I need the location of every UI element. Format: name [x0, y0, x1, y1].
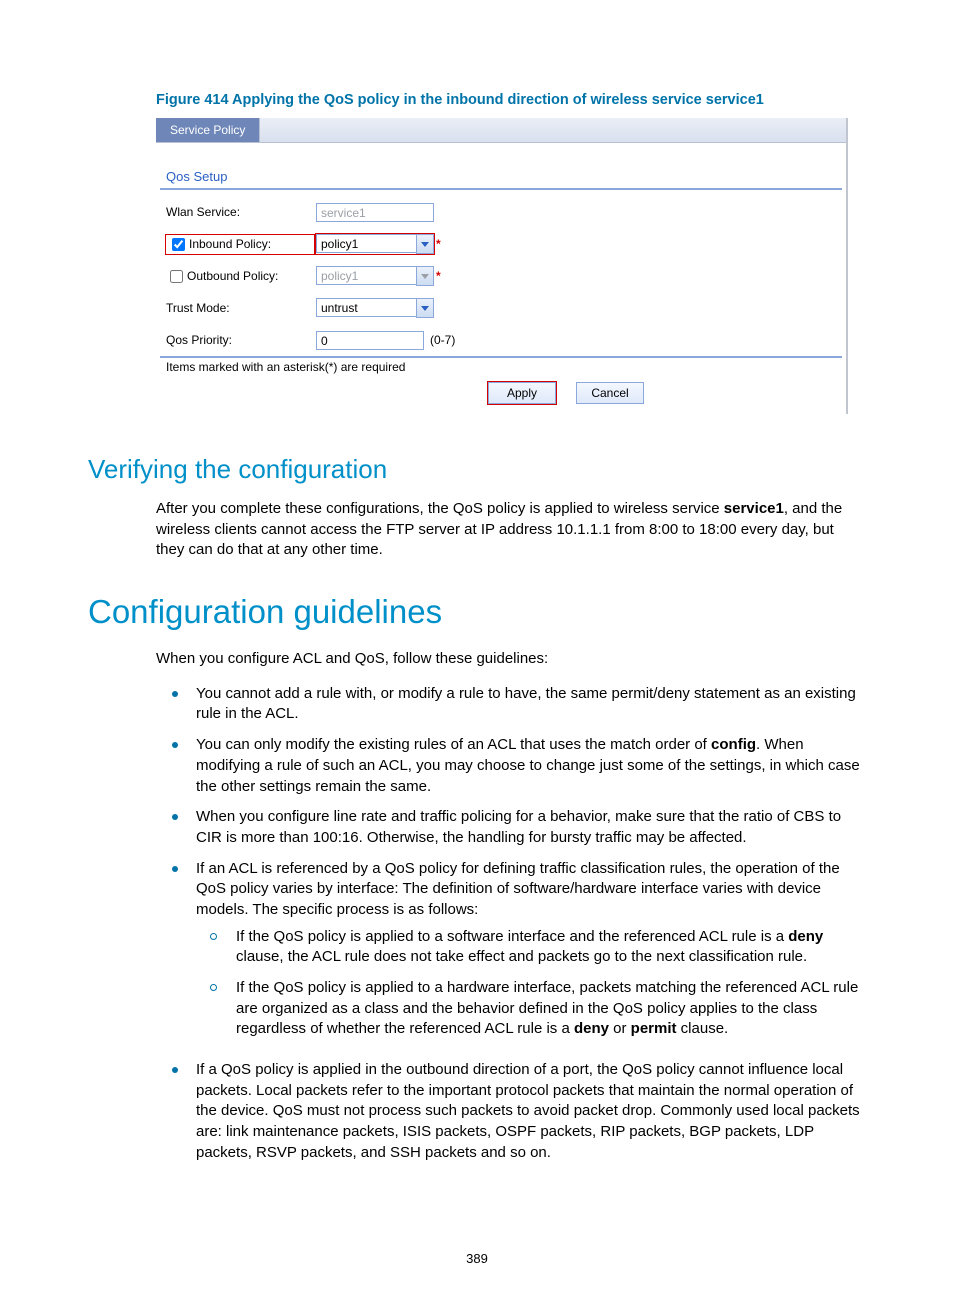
required-asterisk: *	[436, 269, 441, 283]
list-item: If an ACL is referenced by a QoS policy …	[156, 859, 860, 1061]
trust-mode-value: untrust	[316, 298, 416, 317]
list-item: If the QoS policy is applied to a softwa…	[196, 927, 860, 978]
qos-priority-label: Qos Priority:	[166, 333, 316, 347]
heading-guidelines: Configuration guidelines	[88, 593, 866, 631]
list-item: You cannot add a rule with, or modify a …	[156, 684, 860, 735]
guidelines-list: You cannot add a rule with, or modify a …	[156, 684, 860, 1174]
heading-verifying: Verifying the configuration	[88, 454, 866, 485]
tab-bar: Service Policy	[156, 118, 846, 143]
guidelines-intro: When you configure ACL and QoS, follow t…	[156, 649, 860, 670]
list-item: When you configure line rate and traffic…	[156, 807, 860, 858]
required-asterisk: *	[436, 237, 441, 251]
inbound-policy-value: policy1	[316, 234, 416, 253]
list-item: You can only modify the existing rules o…	[156, 735, 860, 807]
list-item: If a QoS policy is applied in the outbou…	[156, 1060, 860, 1173]
chevron-down-icon	[416, 298, 434, 318]
chevron-down-icon	[416, 266, 434, 286]
trust-mode-select[interactable]: untrust	[316, 298, 434, 318]
inbound-policy-select[interactable]: policy1	[316, 234, 434, 254]
outbound-policy-checkbox[interactable]	[170, 270, 183, 283]
wlan-service-field: service1	[316, 203, 434, 222]
apply-button[interactable]: Apply	[488, 382, 556, 404]
figure-caption: Figure 414 Applying the QoS policy in th…	[88, 92, 866, 108]
inbound-policy-label: Inbound Policy:	[189, 237, 271, 251]
page-number: 389	[0, 1251, 954, 1266]
wlan-service-label: Wlan Service:	[166, 205, 316, 219]
trust-mode-label: Trust Mode:	[166, 301, 316, 315]
qos-screenshot: Service Policy Qos Setup Wlan Service: s…	[156, 118, 848, 414]
outbound-policy-value: policy1	[316, 266, 416, 285]
tab-service-policy[interactable]: Service Policy	[156, 118, 260, 142]
qos-priority-input[interactable]: 0	[316, 331, 424, 350]
cancel-button[interactable]: Cancel	[576, 382, 644, 404]
inbound-policy-checkbox[interactable]	[172, 238, 185, 251]
list-item: If the QoS policy is applied to a hardwa…	[196, 978, 860, 1050]
qos-priority-range: (0-7)	[430, 333, 455, 347]
qos-setup-title: Qos Setup	[160, 143, 842, 190]
outbound-policy-select: policy1	[316, 266, 434, 286]
chevron-down-icon	[416, 234, 434, 254]
outbound-policy-label: Outbound Policy:	[187, 269, 278, 283]
verify-paragraph: After you complete these configurations,…	[156, 499, 860, 561]
required-note: Items marked with an asterisk(*) are req…	[160, 356, 842, 382]
